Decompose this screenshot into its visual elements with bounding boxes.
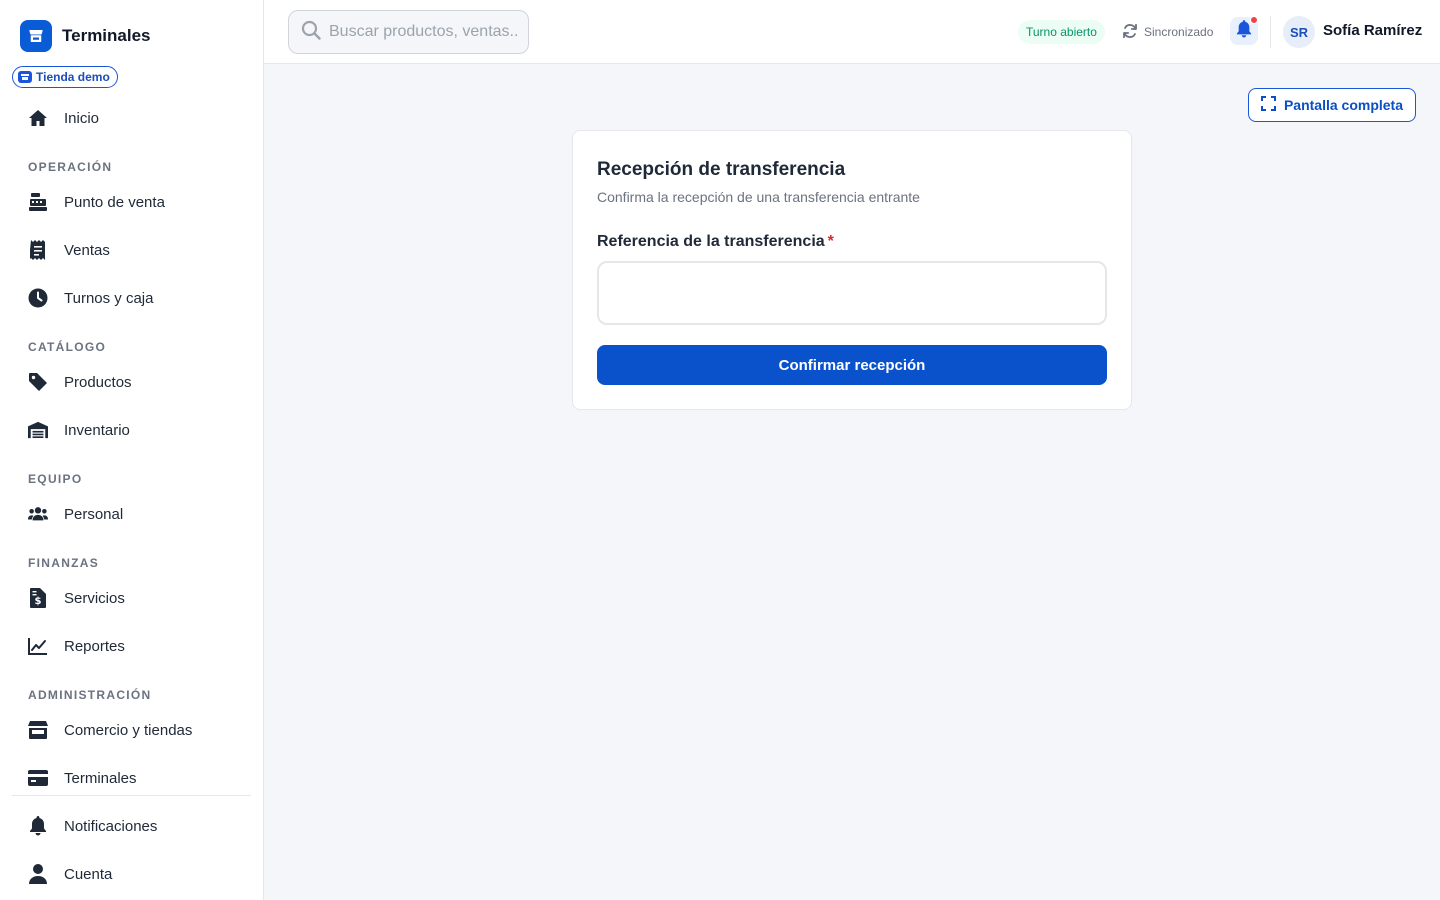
receipt-icon: [28, 240, 48, 260]
sidebar: Terminales Tienda demo Inicio OPERACIÓN …: [0, 0, 264, 900]
confirm-reception-button[interactable]: Confirmar recepción: [597, 345, 1107, 385]
sidebar-item-label: Turnos y caja: [64, 289, 154, 307]
sidebar-section-operacion: OPERACIÓN: [28, 160, 113, 174]
header-divider: [1270, 16, 1271, 48]
sidebar-item-label: Ventas: [64, 241, 110, 259]
sync-status[interactable]: Sincronizado: [1122, 20, 1213, 44]
store-badge-label: Tienda demo: [36, 70, 110, 84]
sidebar-item-comercio-y-tiendas[interactable]: Comercio y tiendas: [28, 718, 192, 742]
field-label-text: Referencia de la transferencia: [597, 233, 825, 250]
tag-icon: [28, 372, 48, 392]
sidebar-divider: [12, 795, 251, 796]
chart-line-icon: [28, 636, 48, 656]
sync-label: Sincronizado: [1144, 25, 1214, 39]
sidebar-item-punto-de-venta[interactable]: Punto de venta: [28, 190, 165, 214]
sidebar-item-terminales[interactable]: Terminales: [28, 766, 137, 790]
sidebar-item-label: Productos: [64, 373, 132, 391]
notifications-button[interactable]: [1230, 16, 1258, 45]
fullscreen-label: Pantalla completa: [1283, 97, 1404, 113]
sidebar-item-label: Comercio y tiendas: [64, 721, 193, 739]
expand-icon: [1260, 96, 1276, 114]
sidebar-item-productos[interactable]: Productos: [28, 370, 132, 394]
home-icon: [28, 108, 48, 128]
invoice-dollar-icon: $: [28, 588, 48, 608]
svg-text:$: $: [35, 596, 42, 607]
topbar: Turno abierto Sincronizado SR Sofía Ramí…: [264, 0, 1440, 64]
store-logo-icon: [20, 20, 52, 52]
shift-status-badge: Turno abierto: [1018, 20, 1105, 44]
sidebar-section-finanzas: FINANZAS: [28, 556, 100, 570]
sync-icon: [1122, 23, 1138, 42]
bell-icon: [28, 816, 48, 836]
cash-register-icon: [28, 192, 48, 212]
store-icon: [28, 720, 48, 740]
avatar[interactable]: SR: [1283, 16, 1315, 48]
search-box[interactable]: [288, 10, 529, 54]
sidebar-item-personal[interactable]: Personal: [28, 502, 123, 526]
credit-card-icon: [28, 768, 48, 788]
notification-dot: [1250, 16, 1258, 24]
clock-icon: [28, 288, 48, 308]
sidebar-item-inventario[interactable]: Inventario: [28, 418, 130, 442]
sidebar-item-label: Punto de venta: [64, 193, 165, 211]
bell-icon: [1236, 19, 1252, 43]
sidebar-section-administracion: ADMINISTRACIÓN: [28, 688, 152, 702]
sidebar-item-label: Terminales: [64, 769, 137, 787]
card-subtitle: Confirma la recepción de una transferenc…: [597, 189, 920, 205]
sidebar-section-catalogo: CATÁLOGO: [28, 340, 107, 354]
required-mark: *: [827, 233, 834, 250]
sidebar-item-turnos-y-caja[interactable]: Turnos y caja: [28, 286, 153, 310]
sidebar-item-servicios[interactable]: $ Servicios: [28, 586, 125, 610]
search-icon: [301, 20, 321, 45]
user-icon: [28, 864, 48, 884]
sidebar-item-label: Personal: [64, 505, 124, 523]
sidebar-item-ventas[interactable]: Ventas: [28, 238, 110, 262]
sidebar-item-inicio[interactable]: Inicio: [28, 106, 99, 130]
transfer-reference-label: Referencia de la transferencia *: [597, 233, 834, 251]
search-input[interactable]: [329, 23, 519, 41]
transfer-reference-input[interactable]: [597, 261, 1107, 325]
sidebar-item-notificaciones[interactable]: Notificaciones: [28, 814, 157, 838]
sidebar-section-equipo: EQUIPO: [28, 472, 83, 486]
brand[interactable]: Terminales: [20, 20, 151, 52]
sidebar-item-label: Inventario: [64, 421, 130, 439]
user-name[interactable]: Sofía Ramírez: [1323, 22, 1422, 39]
store-badge[interactable]: Tienda demo: [12, 66, 118, 88]
card-title: Recepción de transferencia: [597, 159, 846, 180]
sidebar-item-label: Notificaciones: [64, 817, 158, 835]
warehouse-icon: [28, 420, 48, 440]
sidebar-item-reportes[interactable]: Reportes: [28, 634, 125, 658]
sidebar-item-cuenta[interactable]: Cuenta: [28, 862, 112, 886]
sidebar-item-label: Inicio: [64, 109, 100, 127]
sidebar-item-label: Cuenta: [64, 865, 113, 883]
fullscreen-button[interactable]: Pantalla completa: [1248, 88, 1416, 122]
users-icon: [28, 504, 48, 524]
store-icon: [18, 71, 32, 83]
transfer-reception-card: Recepción de transferencia Confirma la r…: [572, 130, 1132, 410]
sidebar-item-label: Reportes: [64, 637, 125, 655]
brand-name: Terminales: [62, 26, 151, 45]
sidebar-item-label: Servicios: [64, 589, 125, 607]
